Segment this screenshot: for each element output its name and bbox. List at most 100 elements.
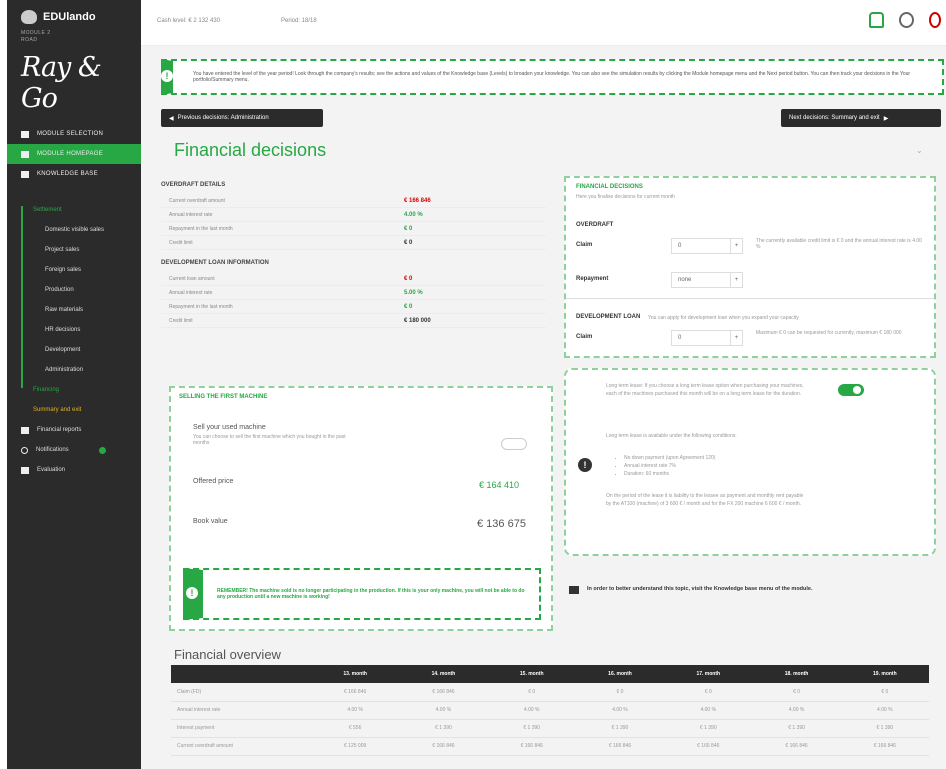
table-cell: € 1 390	[752, 719, 841, 738]
nav-module-homepage[interactable]: Module homepage	[7, 144, 141, 164]
claim-input[interactable]: 0	[672, 243, 730, 249]
flag-icon[interactable]	[929, 12, 941, 28]
column-header: 13. month	[311, 665, 400, 683]
table-cell: € 166 846	[752, 737, 841, 756]
table-cell: 4.00 %	[752, 701, 841, 720]
claim-label: Claim	[576, 242, 593, 248]
chevron-down-icon[interactable]: ⌄	[916, 146, 923, 155]
subnav-item[interactable]: Domestic visible sales	[7, 220, 141, 240]
table-row: Claim (FD) € 166 846 € 166 846 € 0 € 0 €…	[171, 683, 929, 702]
column-header: 14. month	[399, 665, 488, 683]
loan-claim-stepper[interactable]: 0 +	[671, 330, 743, 346]
warning-icon: !	[186, 587, 198, 599]
table-cell: € 166 846	[575, 737, 665, 756]
table-cell: € 1 390	[840, 719, 929, 738]
table-cell: 4.00 %	[311, 701, 400, 720]
repayment-input[interactable]: none	[672, 277, 730, 283]
topbar: Cash level: € 2 132 430 Period: 18/18	[141, 0, 946, 46]
chevron-left-icon: ◀	[169, 115, 174, 122]
column-header: 17. month	[664, 665, 753, 683]
table-cell: Current overdraft amount	[171, 737, 311, 756]
logo[interactable]: EDUlando	[7, 0, 141, 28]
subnav-item[interactable]: Foreign sales	[7, 260, 141, 280]
table-cell: € 1 390	[399, 719, 488, 738]
sell-label: Sell your used machine	[193, 424, 266, 431]
sell-description: You can choose to sell the first machine…	[193, 434, 346, 446]
overview-table: 13. month 14. month 15. month 16. month …	[171, 665, 929, 756]
table-row: Current overdraft amount € 125 009 € 166…	[171, 737, 929, 756]
nav-module-selection[interactable]: Module selection	[7, 124, 141, 144]
info-row: Current overdraft amount € 166 846	[161, 194, 546, 208]
nav-financial-reports[interactable]: Financial reports	[7, 420, 141, 440]
brand-title: Ray & Go	[21, 52, 102, 114]
info-row: Credit limit € 180 000	[161, 314, 546, 328]
subnav-item[interactable]: Administration	[7, 360, 141, 380]
long-term-lease-toggle[interactable]	[838, 384, 864, 396]
table-cell: 4.00 %	[664, 701, 753, 720]
book-value-label: Book value	[193, 518, 228, 525]
nav-evaluation[interactable]: Evaluation	[7, 460, 141, 480]
logo-text: EDUlando	[43, 11, 96, 23]
subnav-item[interactable]: Development	[7, 340, 141, 360]
info-icon: !	[161, 70, 173, 82]
knowledge-note: In order to better understand this topic…	[569, 586, 929, 594]
table-cell: € 166 846	[487, 737, 576, 756]
lease-conditions: No down payment (upon Agreement 120) Ann…	[616, 454, 715, 478]
progress-bar	[21, 206, 23, 388]
info-row: Repayment in the last month € 0	[161, 300, 546, 314]
offered-price-value: € 164 410	[479, 480, 520, 490]
fin-subtitle: Here you finalise decisions for current …	[576, 194, 675, 200]
bell-icon[interactable]	[869, 12, 884, 28]
table-cell: € 1 390	[664, 719, 753, 738]
table-cell: Claim (FD)	[171, 683, 311, 702]
loan-heading: DEVELOPMENT LOAN INFORMATION	[161, 260, 269, 266]
prev-decisions-button[interactable]: ◀ Previous decisions: Administration	[161, 109, 323, 127]
repayment-stepper[interactable]: none +	[671, 272, 743, 288]
lower-nav: Financial reports Notifications Evaluati…	[7, 420, 141, 480]
nav-knowledge-base[interactable]: Knowledge base	[7, 164, 141, 184]
user-icon[interactable]	[899, 12, 914, 28]
subnav-summary[interactable]: Summary and exit	[7, 400, 141, 420]
table-cell: 4.00 %	[840, 701, 929, 720]
subnav-financing[interactable]: Financing	[7, 380, 141, 400]
plus-icon[interactable]: +	[730, 273, 742, 287]
table-row: Annual interest rate 4.00 % 4.00 % 4.00 …	[171, 701, 929, 720]
plus-icon[interactable]: +	[730, 239, 742, 253]
loan-claim-input[interactable]: 0	[672, 335, 730, 341]
repayment-label: Repayment	[576, 276, 609, 282]
main-nav: Module selection Module homepage Knowled…	[7, 124, 141, 184]
nav-notifications[interactable]: Notifications	[7, 440, 141, 460]
info-notice: ! You have entered the level of the year…	[161, 59, 944, 95]
table-cell: € 1 390	[487, 719, 576, 738]
table-cell: € 125 009	[311, 737, 400, 756]
divider	[566, 298, 934, 299]
book-icon	[569, 586, 579, 594]
lease-condition: Annual interest rate 7%	[624, 462, 715, 470]
claim-stepper[interactable]: 0 +	[671, 238, 743, 254]
table-cell: € 0	[487, 683, 576, 702]
table-cell: € 556	[311, 719, 400, 738]
subnav-item[interactable]: HR decisions	[7, 320, 141, 340]
subnav-item[interactable]: Raw materials	[7, 300, 141, 320]
next-decisions-button[interactable]: Next decisions: Summary and exit ▶	[781, 109, 941, 127]
info-row: Repayment in the last month € 0	[161, 222, 546, 236]
sell-warning: ! REMEMBER! The machine sold is no longe…	[183, 568, 541, 620]
notice-text: You have entered the level of the year p…	[193, 71, 911, 83]
lease-text-3: On the period of the lease it is liabili…	[606, 493, 804, 507]
page-title: Financial decisions	[174, 140, 327, 160]
plus-icon[interactable]: +	[730, 331, 742, 345]
sell-machine-toggle[interactable]	[501, 438, 527, 450]
subnav-settlement[interactable]: Settlement	[7, 200, 141, 220]
sell-machine-panel: SELLING THE FIRST MACHINE Sell your used…	[169, 386, 553, 631]
notification-dot	[98, 446, 106, 454]
info-row: Annual interest rate 4.00 %	[161, 208, 546, 222]
loan-claim-label: Claim	[576, 334, 593, 340]
overview-title: Financial overview	[174, 647, 281, 662]
lease-condition: No down payment (upon Agreement 120)	[624, 454, 715, 462]
module-label: MODULE 2 ROAD	[21, 30, 51, 43]
subnav-item[interactable]: Project sales	[7, 240, 141, 260]
info-icon: !	[578, 458, 592, 472]
long-term-lease-panel: ! Long term lease: If you choose a long …	[564, 368, 936, 556]
info-row: Annual interest rate 5.00 %	[161, 286, 546, 300]
subnav-item[interactable]: Production	[7, 280, 141, 300]
